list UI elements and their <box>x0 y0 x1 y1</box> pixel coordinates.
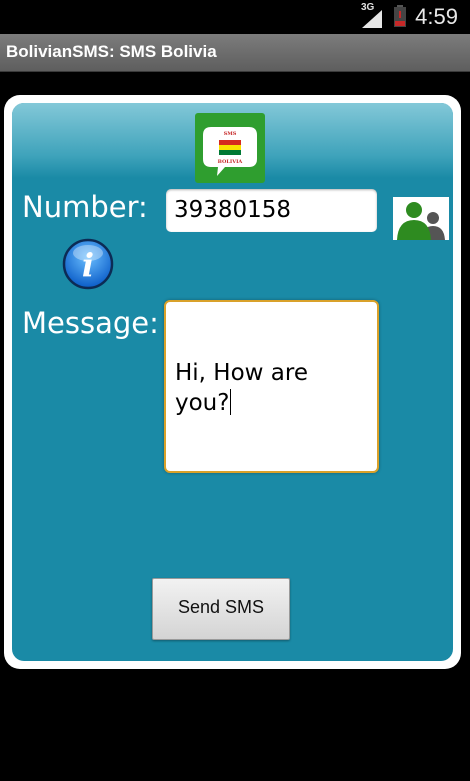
status-bar: 3G 4:59 <box>0 0 470 34</box>
message-label: Message: <box>22 306 159 340</box>
title-bar: BolivianSMS: SMS Bolivia <box>0 34 470 72</box>
bolivia-sms-logo: SMS BOLIVIA <box>195 113 265 183</box>
message-input[interactable]: Hi, How are you? <box>164 300 379 473</box>
app-title: BolivianSMS: SMS Bolivia <box>6 42 217 61</box>
send-sms-button[interactable]: Send SMS <box>152 578 290 640</box>
logo-text-sms: SMS <box>224 131 237 137</box>
battery-icon <box>394 5 406 27</box>
number-input[interactable]: 39380158 <box>166 189 377 232</box>
number-value: 39380158 <box>174 197 292 223</box>
message-value: Hi, How are you? <box>175 360 308 416</box>
info-icon[interactable]: i <box>62 238 114 290</box>
signal-icon <box>362 10 382 28</box>
number-label: Number: <box>22 190 148 224</box>
text-cursor <box>230 389 232 415</box>
logo-text-bolivia: BOLIVIA <box>218 159 243 165</box>
status-time: 4:59 <box>415 4 458 29</box>
svg-text:i: i <box>82 246 94 284</box>
send-sms-label: Send SMS <box>177 597 265 617</box>
contacts-icon[interactable] <box>393 197 449 240</box>
